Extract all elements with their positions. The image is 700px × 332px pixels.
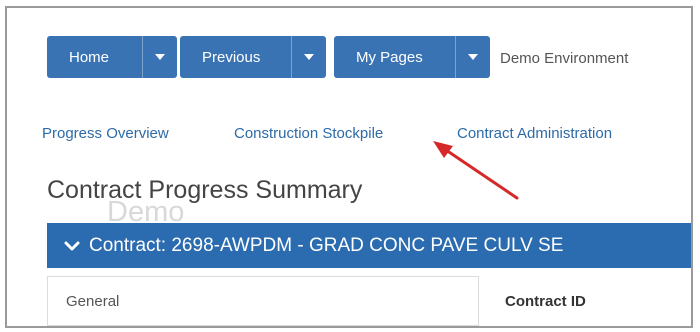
previous-dropdown-toggle[interactable] <box>291 36 326 78</box>
my-pages-button-label: My Pages <box>356 48 423 66</box>
home-button-label: Home <box>69 48 110 66</box>
caret-down-icon <box>155 54 165 60</box>
caret-down-icon <box>468 54 478 60</box>
contract-header-text: Contract: 2698-AWPDM - GRAD CONC PAVE CU… <box>89 234 564 256</box>
page-title: Contract Progress Summary <box>47 176 363 204</box>
link-progress-overview[interactable]: Progress Overview <box>42 125 169 142</box>
contract-id-field: Contract ID <box>487 276 691 326</box>
general-tab[interactable]: General <box>47 276 479 326</box>
environment-label: Demo Environment <box>500 50 629 67</box>
my-pages-dropdown-toggle[interactable] <box>455 36 490 78</box>
previous-button-label: Previous <box>202 48 261 66</box>
contract-header-bar[interactable]: Contract: 2698-AWPDM - GRAD CONC PAVE CU… <box>47 223 691 268</box>
link-construction-stockpile[interactable]: Construction Stockpile <box>234 125 383 142</box>
red-arrow-icon <box>433 141 519 200</box>
home-dropdown-toggle[interactable] <box>142 36 177 78</box>
my-pages-button[interactable]: My Pages <box>334 36 490 78</box>
home-button[interactable]: Home <box>47 36 177 78</box>
general-label: General <box>66 292 120 310</box>
contract-id-label: Contract ID <box>505 292 586 310</box>
screenshot-frame: Home Previous My Pages Demo Environment … <box>5 6 693 328</box>
chevron-down-icon <box>64 241 80 250</box>
caret-down-icon <box>304 54 314 60</box>
previous-button[interactable]: Previous <box>180 36 326 78</box>
